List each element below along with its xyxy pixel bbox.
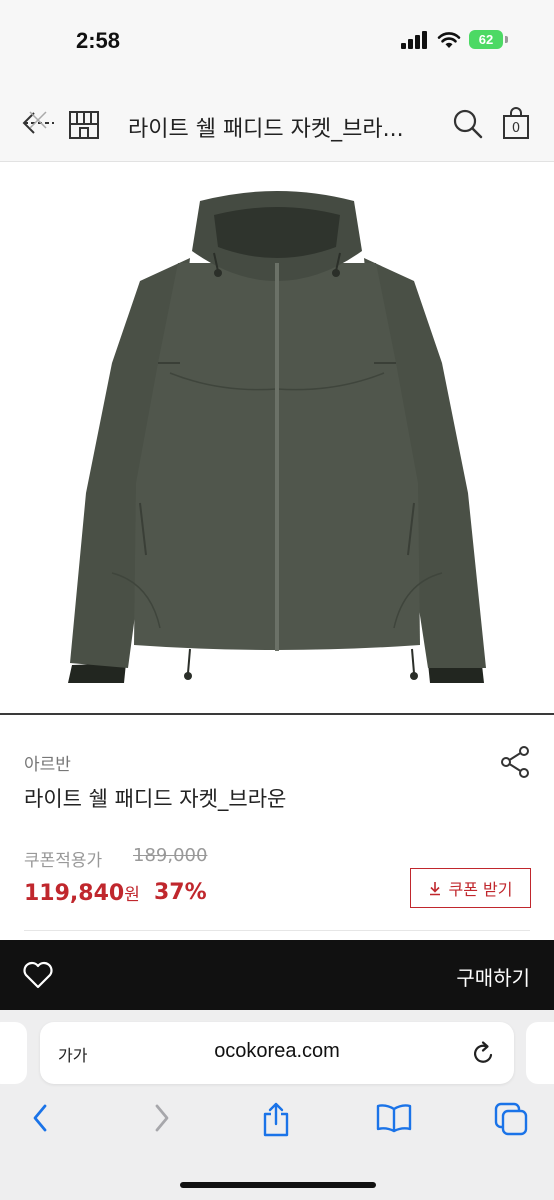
browser-bookmarks-button[interactable] (376, 1102, 412, 1138)
product-name: 라이트 쉘 패디드 자켓_브라운 (24, 787, 287, 811)
battery-indicator: 62 (469, 30, 508, 49)
browser-toolbar (0, 1102, 554, 1142)
reload-button[interactable] (472, 1040, 496, 1070)
back-icon (33, 1104, 47, 1132)
page-title: 라이트 쉘 패디드 자켓_브라... (128, 117, 404, 142)
next-tab-peek[interactable] (526, 1022, 554, 1084)
info-divider (24, 930, 530, 931)
coupon-download-button[interactable]: 쿠폰 받기 (410, 868, 531, 908)
store-icon (69, 111, 99, 139)
browser-chrome: 가가 ocokorea.com (0, 1010, 554, 1200)
image-divider (0, 713, 554, 715)
currency-unit: 원 (124, 885, 140, 905)
status-bar: 2:58 62 (0, 0, 554, 84)
url-text: ocokorea.com (214, 1040, 340, 1062)
wifi-icon (437, 31, 461, 48)
coupon-button-label: 쿠폰 받기 (448, 880, 513, 899)
sale-price-value: 119,840 (24, 881, 125, 906)
status-icons: 62 (401, 30, 508, 49)
address-bar[interactable]: 가가 ocokorea.com (40, 1022, 514, 1084)
cart-button[interactable]: 0 (502, 104, 530, 142)
status-time: 2:58 (76, 28, 121, 53)
back-close-icon (22, 111, 54, 134)
original-price: 189,000 (133, 845, 208, 866)
search-icon (453, 109, 483, 139)
home-indicator (180, 1182, 376, 1188)
browser-share-button[interactable] (260, 1102, 292, 1142)
discount-rate: 37% (154, 880, 207, 905)
battery-cap (505, 36, 508, 43)
sale-price: 119,840원 (24, 880, 140, 906)
buy-button[interactable]: 구매하기 (456, 962, 530, 991)
previous-tab-peek[interactable] (0, 1022, 27, 1084)
brand-name[interactable]: 아르반 (24, 750, 71, 775)
jacket-image (68, 191, 486, 683)
product-image[interactable] (0, 163, 554, 713)
coupon-price-label: 쿠폰적용가 (24, 851, 103, 871)
share-icon (501, 746, 529, 778)
share-button[interactable] (500, 745, 532, 783)
cart-count: 0 (511, 121, 521, 136)
share-icon (263, 1102, 289, 1137)
bookmarks-icon (376, 1104, 412, 1133)
browser-back-button[interactable] (30, 1102, 52, 1138)
download-icon (429, 882, 440, 896)
app-header: 라이트 쉘 패디드 자켓_브라... 0 (0, 84, 554, 162)
buy-bar: 구매하기 (0, 940, 554, 1010)
browser-tabs-button[interactable] (494, 1102, 528, 1140)
store-button[interactable] (68, 104, 100, 146)
heart-icon (23, 961, 53, 989)
back-close-button[interactable] (20, 104, 58, 146)
battery-level: 62 (469, 30, 503, 49)
forward-icon (155, 1104, 169, 1132)
tabs-icon (494, 1102, 528, 1136)
search-button[interactable] (452, 104, 484, 146)
browser-forward-button[interactable] (150, 1102, 172, 1138)
wishlist-button[interactable] (22, 960, 54, 994)
signal-icon (401, 30, 427, 49)
reload-icon (474, 1041, 493, 1063)
